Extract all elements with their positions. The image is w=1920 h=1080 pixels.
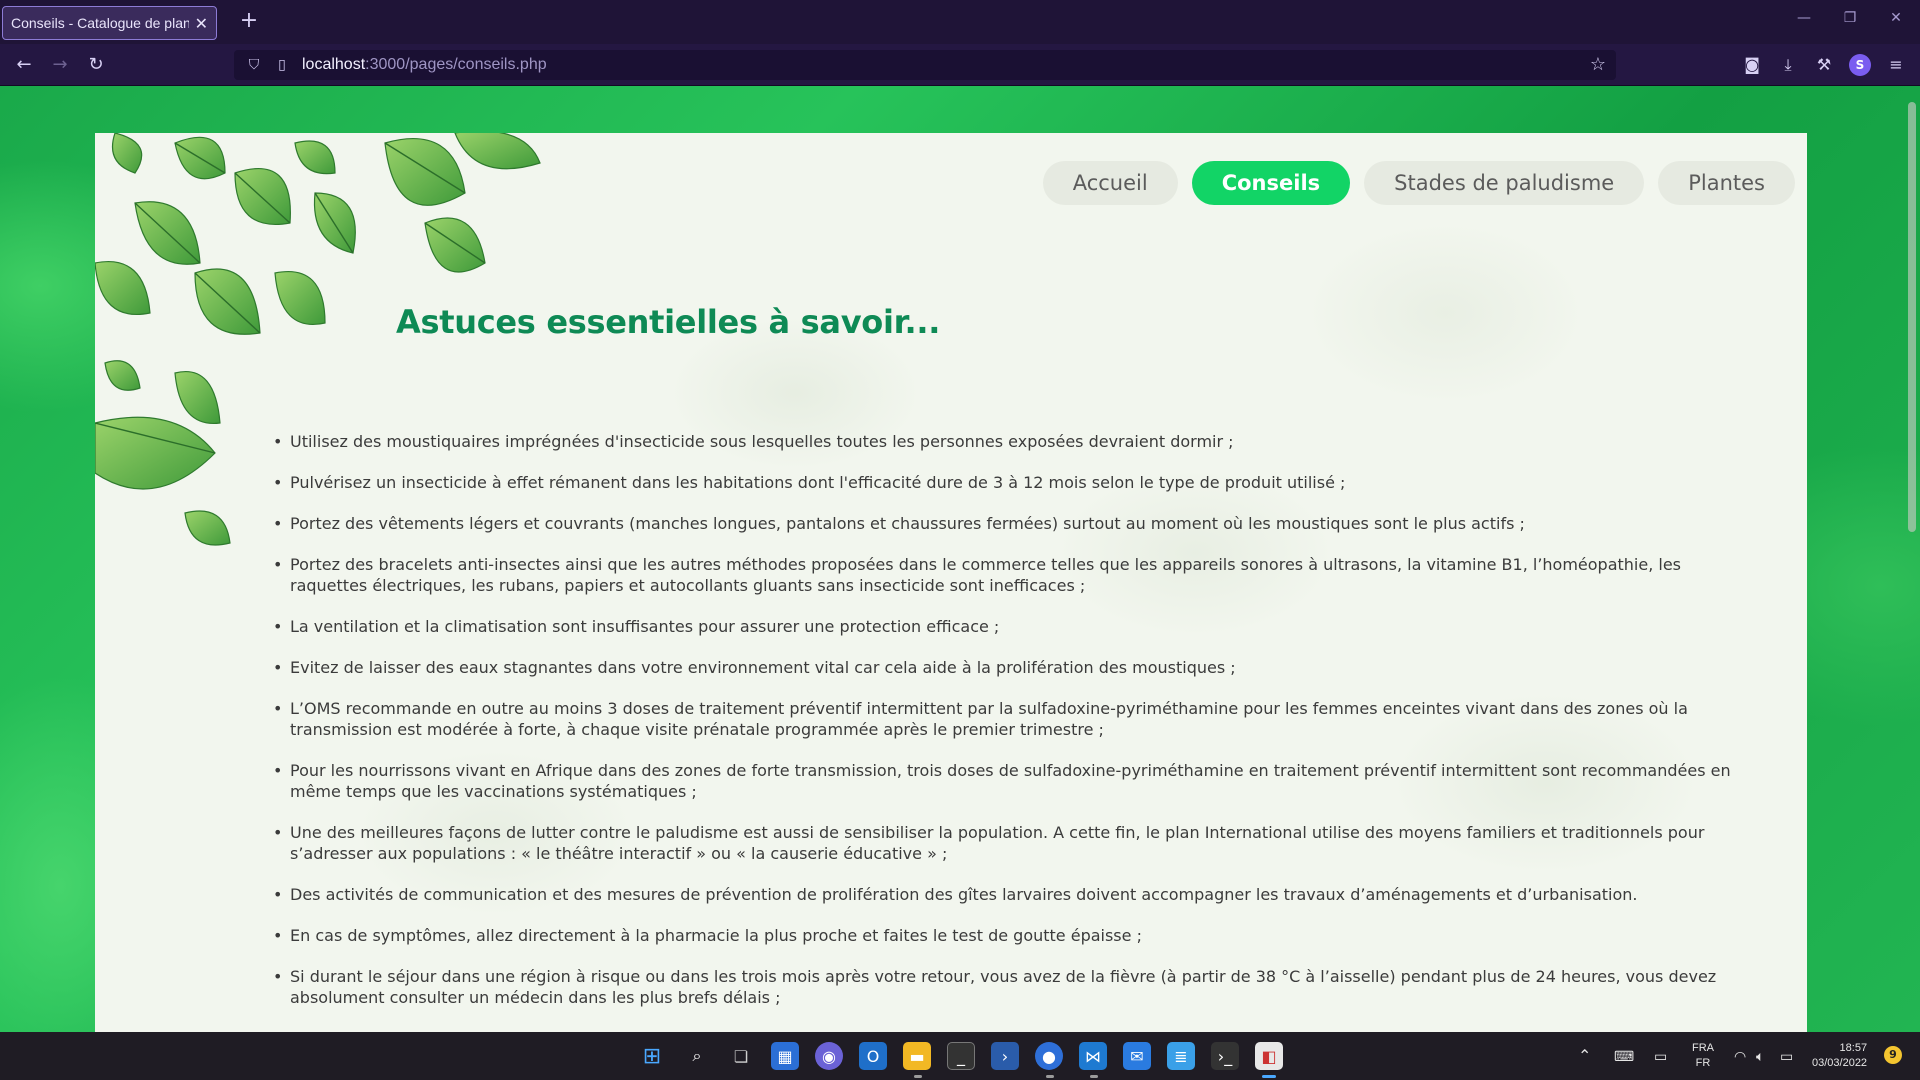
bookmark-star-icon[interactable]: ☆ <box>1590 54 1606 75</box>
shield-icon[interactable]: ⛉ <box>246 57 262 73</box>
chevron-up-icon[interactable]: ⌃ <box>1578 1032 1591 1080</box>
running-indicator <box>1046 1075 1054 1078</box>
menu-icon[interactable]: ≡ <box>1885 54 1907 76</box>
notepad-icon[interactable]: ≣ <box>1167 1042 1195 1070</box>
terminal-icon[interactable]: _ <box>947 1042 975 1070</box>
reload-icon[interactable]: ↻ <box>82 52 110 78</box>
wifi-icon[interactable]: ◠ <box>1734 1032 1746 1080</box>
outlook-icon[interactable]: O <box>859 1042 887 1070</box>
lang-top: FRA <box>1692 1042 1714 1054</box>
lang-bottom: FR <box>1695 1057 1711 1069</box>
vscode-icon[interactable]: ⋈ <box>1079 1042 1107 1070</box>
browser-tab[interactable]: Conseils - Catalogue de plantes ✕ <box>2 6 217 40</box>
running-indicator <box>914 1075 922 1078</box>
windows-start-icon[interactable]: ⊞ <box>638 1042 666 1070</box>
nav-stades-paludisme[interactable]: Stades de paludisme <box>1364 161 1645 205</box>
task-view-icon[interactable]: ❏ <box>727 1042 755 1070</box>
powershell-icon[interactable]: › <box>991 1042 1019 1070</box>
time: 18:57 <box>1839 1042 1868 1054</box>
page-title: Astuces essentielles à savoir... <box>396 303 941 341</box>
tip-item: Si durant le séjour dans une région à ri… <box>273 966 1733 1008</box>
chat-icon[interactable]: ◉ <box>815 1042 843 1070</box>
widgets-icon[interactable]: ▦ <box>771 1042 799 1070</box>
nav-plantes[interactable]: Plantes <box>1658 161 1795 205</box>
firefox-icon[interactable]: ● <box>1035 1042 1063 1070</box>
new-tab-button[interactable]: + <box>236 8 262 34</box>
profile-avatar[interactable]: S <box>1849 54 1871 76</box>
close-icon[interactable]: ✕ <box>195 14 208 33</box>
nav-accueil[interactable]: Accueil <box>1042 161 1178 205</box>
tip-item: Pulvérisez un insecticide à effet rémane… <box>273 472 1733 493</box>
site-nav: Accueil Conseils Stades de paludisme Pla… <box>1042 161 1795 205</box>
mail-icon[interactable]: ✉ <box>1123 1042 1151 1070</box>
tip-item: La ventilation et la climatisation sont … <box>273 616 1733 637</box>
browser-tab-bar: Conseils - Catalogue de plantes ✕ + — ❐ … <box>0 0 1920 44</box>
clock[interactable]: 18:57 03/03/2022 <box>1812 1032 1867 1080</box>
active-indicator <box>1262 1075 1276 1078</box>
content-card: Accueil Conseils Stades de paludisme Pla… <box>95 133 1807 1032</box>
page-icon: ▯ <box>278 57 286 73</box>
web-page: Accueil Conseils Stades de paludisme Pla… <box>0 86 1920 1032</box>
tip-item: L’OMS recommande en outre au moins 3 dos… <box>273 698 1733 740</box>
language-indicator[interactable]: FRA FR <box>1692 1032 1714 1080</box>
tips-list: Utilisez des moustiquaires imprégnées d'… <box>273 431 1733 1028</box>
app-icon[interactable]: ◧ <box>1255 1042 1283 1070</box>
tip-item: Pour les nourrissons vivant en Afrique d… <box>273 760 1733 802</box>
forward-icon[interactable]: → <box>46 52 74 78</box>
url-host: localhost <box>302 56 366 73</box>
tip-item: Evitez de laisser des eaux stagnantes da… <box>273 657 1733 678</box>
restore-icon[interactable]: ❐ <box>1838 10 1862 26</box>
display-icon[interactable]: ▭ <box>1654 1032 1667 1080</box>
url-bar[interactable]: ⛉ ▯ localhost:3000/pages/conseils.php ☆ <box>234 50 1616 80</box>
tip-item: Utilisez des moustiquaires imprégnées d'… <box>273 431 1733 452</box>
tip-item: En cas de symptômes, allez directement à… <box>273 925 1733 946</box>
notification-badge[interactable]: 9 <box>1884 1046 1902 1064</box>
file-explorer-icon[interactable]: ▬ <box>903 1042 931 1070</box>
tip-item: Des activités de communication et des me… <box>273 884 1733 905</box>
tab-title: Conseils - Catalogue de plantes <box>11 15 189 31</box>
tip-item: Portez des vêtements légers et couvrants… <box>273 513 1733 534</box>
tip-item: Une des meilleures façons de lutter cont… <box>273 822 1733 864</box>
taskbar: ⊞ ⌕ ❏ ▦ ◉ O ▬ _ › ● ⋈ ✉ ≣ ›_ ◧ ⌃ ⌨ ▭ FRA… <box>0 1032 1920 1080</box>
back-icon[interactable]: ← <box>10 52 38 78</box>
search-icon[interactable]: ⌕ <box>683 1042 711 1070</box>
window-close-icon[interactable]: ✕ <box>1884 10 1908 26</box>
pocket-icon[interactable]: ◙ <box>1741 54 1763 76</box>
download-icon[interactable]: ⤓ <box>1777 54 1799 76</box>
cmd-icon[interactable]: ›_ <box>1211 1042 1239 1070</box>
minimize-icon[interactable]: — <box>1792 10 1816 26</box>
nav-conseils[interactable]: Conseils <box>1191 161 1351 205</box>
volume-icon[interactable]: 🔈︎ <box>1756 1032 1764 1080</box>
tip-item: Portez des bracelets anti-insectes ainsi… <box>273 554 1733 596</box>
battery-icon[interactable]: ▭ <box>1780 1032 1793 1080</box>
keyboard-icon[interactable]: ⌨ <box>1614 1032 1634 1080</box>
browser-nav-bar: ← → ↻ ⛉ ▯ localhost:3000/pages/conseils.… <box>0 44 1920 86</box>
url-path: :3000/pages/conseils.php <box>365 56 547 73</box>
scrollbar[interactable] <box>1908 102 1916 532</box>
wrench-icon[interactable]: ⚒ <box>1813 54 1835 76</box>
date: 03/03/2022 <box>1812 1057 1868 1069</box>
running-indicator <box>1090 1075 1098 1078</box>
